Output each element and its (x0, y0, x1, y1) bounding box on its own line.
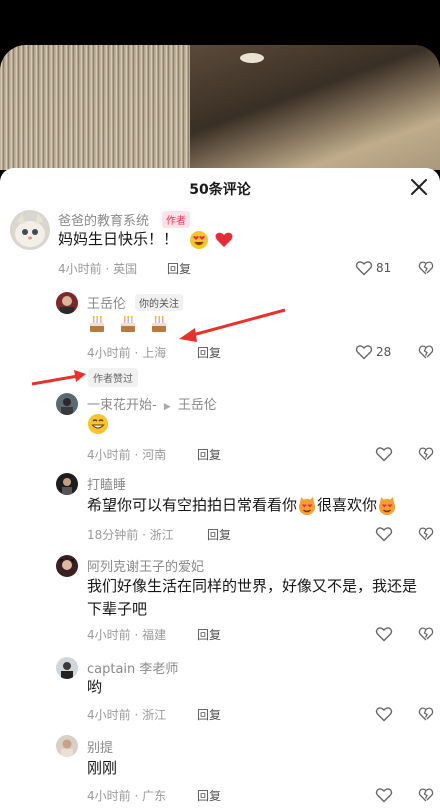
heart-eyes-cat-emoji (379, 496, 396, 515)
person-avatar-icon (56, 473, 78, 495)
avatar[interactable] (56, 393, 78, 415)
comment-username[interactable]: 一束花开始- ▶ 王岳伦 (87, 394, 217, 413)
comments-header: 50条评论 (0, 168, 440, 206)
comments-sheet: 50条评论 爸爸的教育系统 作者 妈妈生日快乐！！ 4小时前 · 英国 回复 8… (0, 168, 440, 810)
person-avatar-icon (56, 735, 78, 757)
like-count: 81 (376, 261, 392, 275)
comment-username-text: 一束花开始- (87, 398, 157, 413)
comment-time: 4小时前 · 广东 (87, 789, 167, 803)
reply-arrow-icon: ▶ (163, 402, 171, 412)
comment-text: 我们好像生活在同样的世界，好像又不是，我还是下辈子吧 (87, 577, 418, 618)
comment-text (87, 412, 109, 435)
reply-comment-item: 别提 刚刚 4小时前 · 广东 回复 (0, 732, 440, 810)
reply-button[interactable]: 回复 (197, 344, 221, 361)
avatar[interactable] (56, 657, 78, 679)
broken-heart-icon[interactable] (418, 787, 434, 803)
comment-username[interactable]: captain 李老师 (87, 658, 178, 677)
reply-comment-item: 打瞌睡 希望你可以有空拍拍日常看看你 很喜欢你 18分钟前 · 浙江 回复 (0, 470, 440, 548)
avatar[interactable] (56, 735, 78, 757)
heart-eyes-cat-emoji (299, 496, 316, 515)
video-area[interactable] (0, 0, 440, 170)
red-arrow-annotation (31, 370, 86, 386)
avatar[interactable] (56, 473, 78, 495)
ceiling-lamp (240, 53, 264, 63)
like-count: 28 (376, 345, 392, 359)
video-frame (0, 45, 440, 170)
broken-heart-icon[interactable] (418, 526, 434, 542)
comments-title: 50条评论 (189, 182, 251, 198)
reply-button[interactable]: 回复 (197, 787, 221, 804)
comment-text-content: 妈妈生日快乐！！ (58, 230, 179, 248)
reply-target[interactable]: 王岳伦 (178, 398, 217, 413)
broken-heart-icon[interactable] (418, 260, 434, 276)
heart-outline-icon[interactable] (355, 344, 373, 360)
person-avatar-icon (56, 657, 78, 679)
cake-emoji (90, 315, 104, 332)
comment-text (87, 312, 169, 335)
curtain-image (0, 45, 190, 170)
comment-time: 4小时前 · 英国 (58, 262, 138, 276)
red-arrow-annotation (179, 308, 286, 342)
comment-text: 妈妈生日快乐！！ (58, 228, 234, 251)
comment-username[interactable]: 阿列克谢王子的爱妃 (87, 556, 204, 575)
comment-time: 4小时前 · 河南 (87, 448, 167, 462)
heart-eyes-emoji (189, 230, 208, 249)
comment-username[interactable]: 别提 (87, 737, 113, 756)
close-icon[interactable] (408, 176, 430, 198)
person-avatar-icon (56, 555, 78, 577)
comment-text-content: 希望你可以有空拍拍日常看看你 (87, 496, 298, 514)
comment-text: 哟 (87, 678, 103, 696)
heart-outline-icon[interactable] (375, 526, 393, 542)
comment-item: 爸爸的教育系统 作者 妈妈生日快乐！！ 4小时前 · 英国 回复 81 (0, 206, 440, 278)
comment-time: 4小时前 · 浙江 (87, 708, 167, 722)
author-badge: 作者 (162, 211, 190, 228)
heart-outline-icon[interactable] (355, 260, 373, 276)
avatar[interactable] (56, 292, 78, 314)
heart-outline-icon[interactable] (375, 706, 393, 722)
broken-heart-icon[interactable] (418, 446, 434, 462)
comment-time: 4小时前 · 上海 (87, 346, 167, 360)
broken-heart-icon[interactable] (418, 706, 434, 722)
heart-outline-icon[interactable] (375, 787, 393, 803)
comment-text-content-2: 很喜欢你 (317, 496, 378, 514)
comment-time: 4小时前 · 福建 (87, 628, 167, 642)
reply-button[interactable]: 回复 (197, 626, 221, 643)
ceiling-image (190, 45, 440, 170)
person-avatar-icon (56, 292, 78, 314)
reply-button[interactable]: 回复 (207, 526, 231, 543)
author-liked-label: 作者赞过 (88, 368, 138, 387)
broken-heart-icon[interactable] (418, 626, 434, 642)
reply-comment-item: captain 李老师 哟 4小时前 · 浙江 回复 (0, 654, 440, 726)
heart-outline-icon[interactable] (375, 626, 393, 642)
red-heart-emoji (215, 232, 233, 247)
comment-text: 刚刚 (87, 759, 118, 777)
avatar[interactable] (10, 210, 50, 250)
cake-emoji (120, 315, 135, 332)
comment-username[interactable]: 爸爸的教育系统 (58, 210, 149, 229)
reply-button[interactable]: 回复 (197, 706, 221, 723)
reply-comment-item: 阿列克谢王子的爱妃 我们好像生活在同样的世界，好像又不是，我还是下辈子吧 4小时… (0, 552, 440, 647)
reply-comment-item: 一束花开始- ▶ 王岳伦 4小时前 · 河南 回复 (0, 390, 440, 462)
avatar[interactable] (56, 555, 78, 577)
cake-emoji (151, 315, 166, 332)
comment-time: 18分钟前 · 浙江 (87, 528, 174, 542)
smile-emoji (88, 413, 108, 434)
comment-text: 希望你可以有空拍拍日常看看你 很喜欢你 (87, 494, 397, 517)
reply-button[interactable]: 回复 (197, 446, 221, 463)
comment-username[interactable]: 王岳伦 (87, 293, 126, 312)
reply-button[interactable]: 回复 (167, 260, 191, 277)
cat-avatar-icon (10, 210, 50, 250)
heart-outline-icon[interactable] (375, 446, 393, 462)
landscape-avatar-icon (56, 393, 78, 415)
broken-heart-icon[interactable] (418, 344, 434, 360)
comment-username[interactable]: 打瞌睡 (87, 474, 126, 493)
